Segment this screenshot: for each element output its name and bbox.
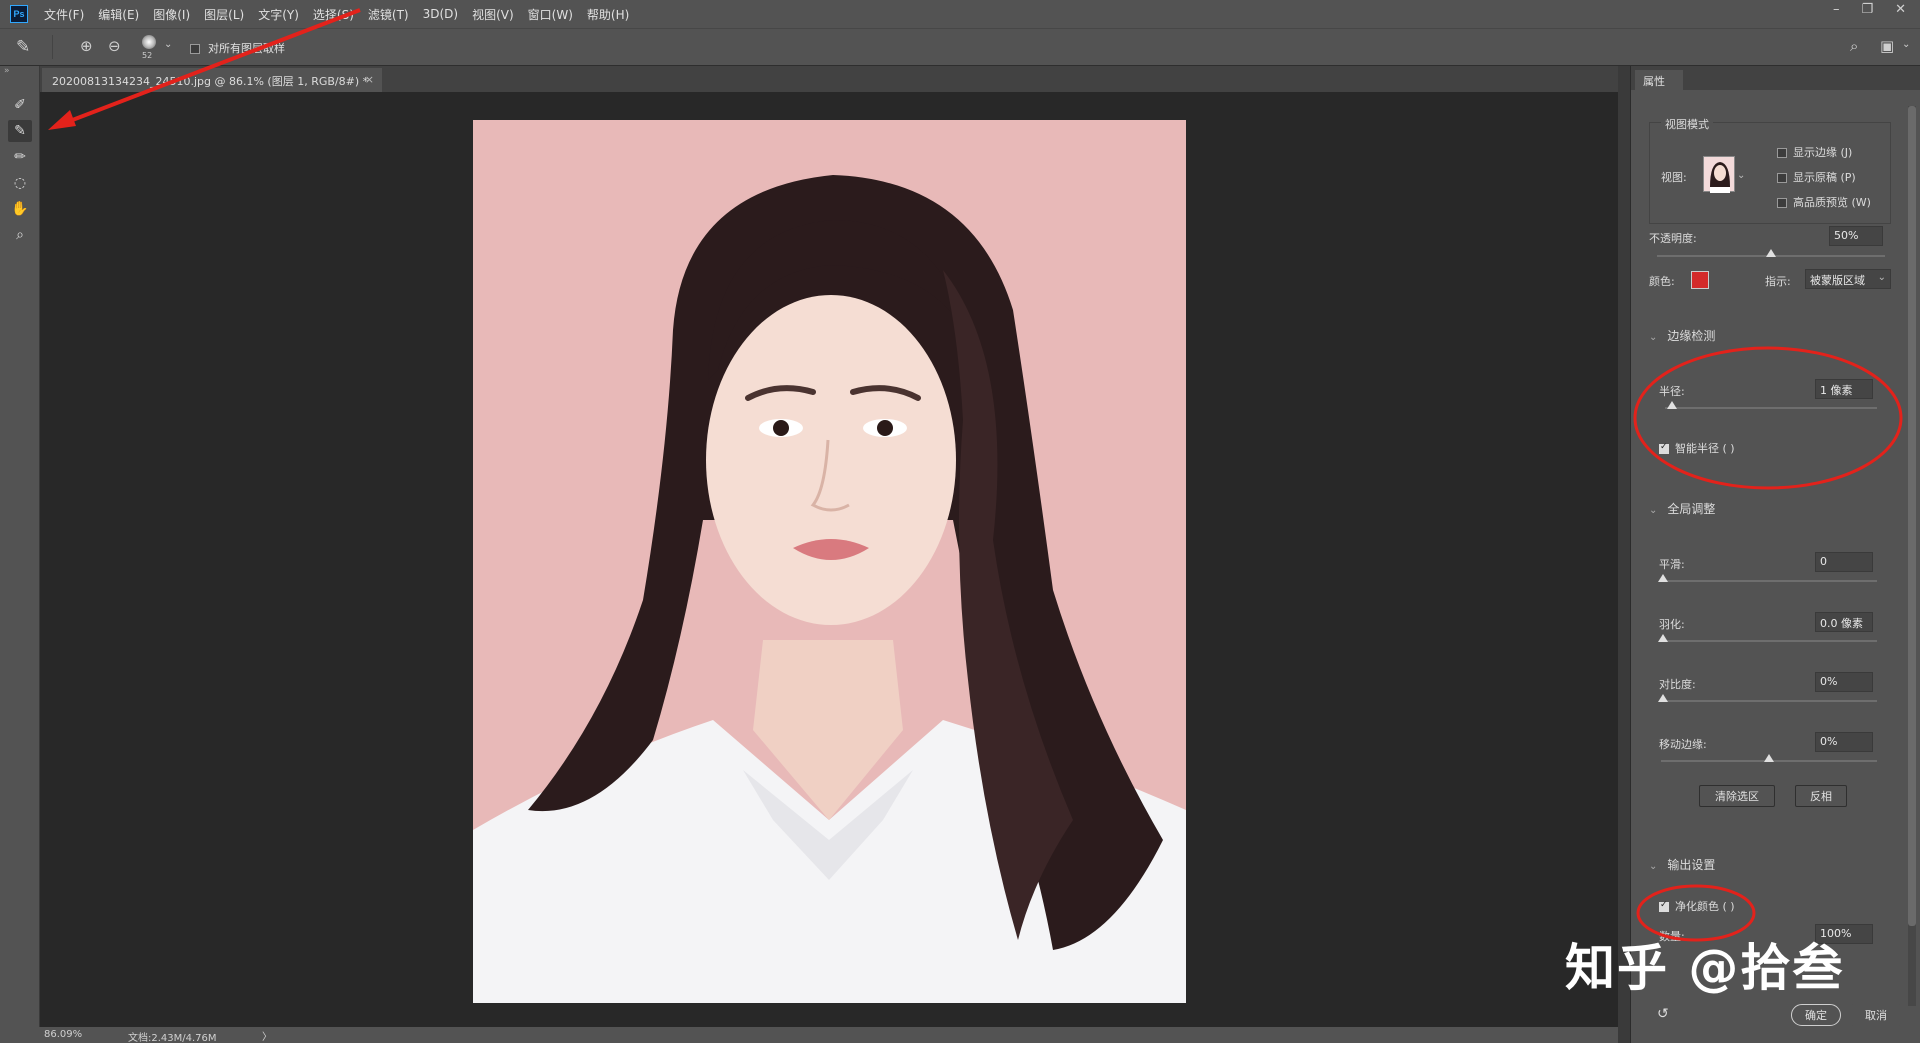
status-bar: 86.09% 文档:2.43M/4.76M 〉 <box>0 1027 1630 1043</box>
contrast-slider[interactable] <box>1661 700 1877 702</box>
portrait-thumbnail-icon <box>1710 162 1730 193</box>
global-refine-header[interactable]: ⌄ 全局调整 <box>1649 500 1715 517</box>
restore-icon[interactable]: ❐ <box>1861 2 1873 17</box>
lasso-tool-icon[interactable]: ◌ <box>8 172 32 194</box>
smooth-label: 平滑: <box>1659 558 1685 571</box>
shift-edge-label: 移动边缘: <box>1659 738 1707 751</box>
menu-item-8[interactable]: 视图(V) <box>472 6 514 23</box>
feather-label: 羽化: <box>1659 618 1685 631</box>
shift-edge-input[interactable]: 0% <box>1815 732 1873 752</box>
zoom-level[interactable]: 86.09% <box>44 1029 82 1040</box>
show-edge-option[interactable]: 显示边缘 (J) <box>1777 144 1852 160</box>
shift-edge-slider-thumb[interactable] <box>1764 754 1774 762</box>
document-info: 文档:2.43M/4.76M <box>128 1033 217 1043</box>
tools-panel: » ✐ ✎ ✏ ◌ ✋ ⌕ <box>0 66 40 1043</box>
feather-slider[interactable] <box>1661 640 1877 642</box>
brush-tool-icon[interactable]: ✏ <box>8 146 32 168</box>
invert-button[interactable]: 反相 <box>1795 785 1847 807</box>
feather-slider-thumb[interactable] <box>1658 634 1668 642</box>
portrait-photo[interactable] <box>473 120 1186 1003</box>
photoshop-logo-icon: Ps <box>10 5 28 23</box>
zoom-tool-icon[interactable]: ⌕ <box>8 224 32 246</box>
chevron-down-icon: ⌄ <box>1877 272 1886 283</box>
view-mode-title: 视图模式 <box>1661 116 1713 132</box>
output-settings-header[interactable]: ⌄ 输出设置 <box>1649 856 1715 873</box>
feather-input[interactable]: 0.0 像素 <box>1815 612 1873 632</box>
watermark: 知乎 @拾叁 <box>1565 939 1845 997</box>
indicate-select[interactable]: 被蒙版区域 ⌄ <box>1805 269 1891 289</box>
chevron-down-icon: ⌄ <box>1649 505 1658 516</box>
color-swatch[interactable] <box>1691 271 1709 289</box>
reset-icon[interactable]: ↺ <box>1657 1006 1669 1022</box>
ok-button[interactable]: 确定 <box>1791 1004 1841 1026</box>
color-label: 颜色: <box>1649 275 1675 288</box>
close-icon[interactable]: ✕ <box>1895 2 1906 17</box>
smooth-input[interactable]: 0 <box>1815 552 1873 572</box>
chevron-down-icon: ⌄ <box>1649 861 1658 872</box>
show-original-option[interactable]: 显示原稿 (P) <box>1777 169 1856 185</box>
chevron-down-icon[interactable]: ⌄ <box>1737 170 1745 181</box>
contrast-label: 对比度: <box>1659 678 1696 691</box>
smooth-slider-thumb[interactable] <box>1658 574 1668 582</box>
refine-edge-brush-tool-icon[interactable]: ✎ <box>8 120 32 142</box>
quick-selection-tool-icon[interactable]: ✐ <box>8 94 32 116</box>
indicate-label: 指示: <box>1765 275 1791 288</box>
annotation-arrow <box>48 8 361 130</box>
panel-scrollbar[interactable] <box>1908 106 1916 1006</box>
opacity-slider-thumb[interactable] <box>1766 249 1776 257</box>
clear-selection-button[interactable]: 清除选区 <box>1699 785 1775 807</box>
contrast-slider-thumb[interactable] <box>1658 694 1668 702</box>
workspace-icon[interactable]: ▣ <box>1880 37 1894 55</box>
menu-item-9[interactable]: 窗口(W) <box>528 6 573 23</box>
cancel-button[interactable]: 取消 <box>1851 1004 1901 1026</box>
minimize-icon[interactable]: – <box>1833 2 1840 17</box>
view-thumbnail[interactable] <box>1703 156 1735 193</box>
refine-brush-tool-icon: ✎ <box>16 37 31 57</box>
window-controls: – ❐ ✕ <box>1833 2 1906 17</box>
panel-tab-bar: 属性 <box>1631 66 1920 90</box>
annotation-ellipse-edge-detection <box>1633 346 1903 490</box>
hand-tool-icon[interactable]: ✋ <box>8 198 32 220</box>
view-label: 视图: <box>1661 171 1687 184</box>
tab-properties[interactable]: 属性 <box>1635 70 1683 90</box>
portrait-illustration <box>473 120 1186 1003</box>
collapse-icon[interactable]: » <box>4 66 10 76</box>
opacity-label: 不透明度: <box>1649 232 1697 245</box>
menu-item-10[interactable]: 帮助(H) <box>587 6 629 23</box>
chevron-down-icon[interactable]: ⌄ <box>1902 39 1910 50</box>
search-icon[interactable]: ⌕ <box>1850 37 1858 55</box>
status-menu-arrow-icon[interactable]: 〉 <box>262 1028 272 1043</box>
hq-preview-option[interactable]: 高品质预览 (W) <box>1777 194 1871 210</box>
opacity-input[interactable]: 50% <box>1829 226 1883 246</box>
menu-item-7[interactable]: 3D(D) <box>423 7 458 21</box>
smooth-slider[interactable] <box>1661 580 1877 582</box>
panel-dock-strip <box>1618 66 1630 1043</box>
contrast-input[interactable]: 0% <box>1815 672 1873 692</box>
scrollbar-thumb[interactable] <box>1908 106 1916 926</box>
